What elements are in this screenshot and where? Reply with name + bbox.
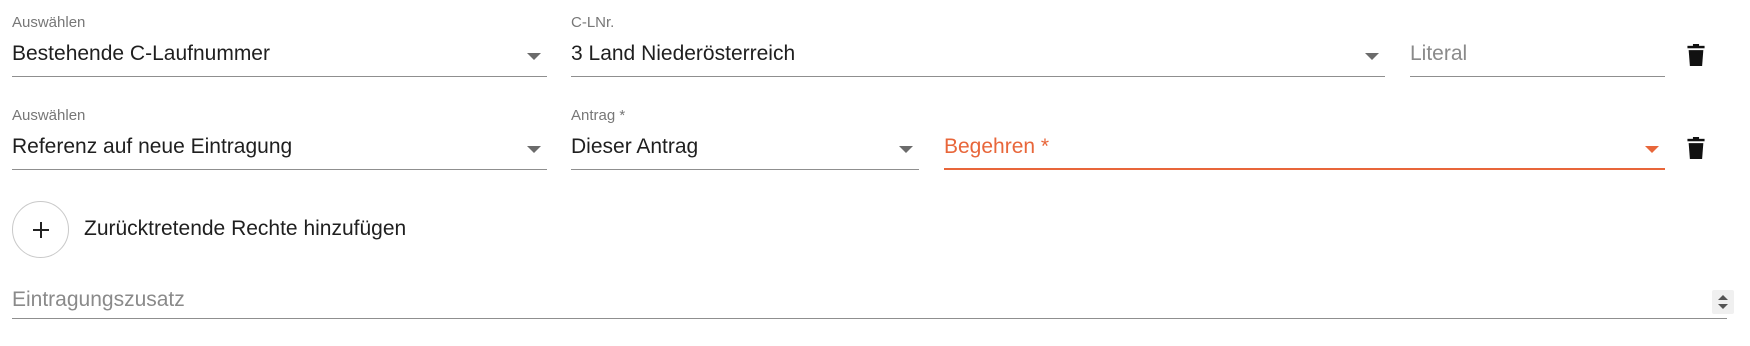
begehren-placeholder: Begehren *: [944, 135, 1050, 158]
underline: [944, 168, 1665, 170]
chevron-down-icon: [1365, 53, 1379, 60]
chevron-down-icon: [899, 146, 913, 153]
underline: [12, 76, 547, 77]
eintragungszusatz-input[interactable]: Eintragungszusatz: [12, 272, 1727, 336]
clnr-value: 3 Land Niederösterreich: [571, 42, 796, 65]
underline: [1410, 76, 1665, 77]
clnr-label: C-LNr.: [571, 14, 615, 31]
chevron-down-icon: [527, 53, 541, 60]
select-value: Referenz auf neue Eintragung: [12, 135, 293, 158]
underline: [571, 169, 919, 170]
antrag-select[interactable]: Antrag * Dieser Antrag: [571, 107, 919, 171]
underline: [12, 169, 547, 170]
select-label: Auswählen: [12, 14, 86, 31]
underline: [12, 318, 1727, 319]
select-value: Bestehende C-Laufnummer: [12, 42, 270, 65]
plus-icon: [32, 221, 49, 238]
eintragungszusatz-placeholder: Eintragungszusatz: [12, 288, 185, 311]
chevron-down-icon: [1645, 146, 1659, 153]
antrag-value: Dieser Antrag: [571, 135, 699, 158]
stepper-arrows: [1718, 295, 1728, 309]
add-rights-label[interactable]: Zurücktretende Rechte hinzufügen: [84, 217, 406, 241]
select-field-row2[interactable]: Auswählen Referenz auf neue Eintragung: [12, 107, 547, 171]
select-field-row1[interactable]: Auswählen Bestehende C-Laufnummer: [12, 14, 547, 78]
select-label: Auswählen: [12, 107, 86, 124]
chevron-down-icon: [527, 146, 541, 153]
literal-placeholder: Literal: [1410, 42, 1468, 65]
antrag-label: Antrag *: [571, 107, 626, 124]
clnr-select[interactable]: C-LNr. 3 Land Niederösterreich: [571, 14, 1385, 78]
add-rights-button[interactable]: [12, 201, 69, 258]
literal-input[interactable]: Literal: [1410, 14, 1665, 78]
trash-icon[interactable]: [1687, 44, 1705, 66]
begehren-select[interactable]: Begehren *: [944, 107, 1665, 171]
underline: [571, 76, 1385, 77]
trash-icon[interactable]: [1687, 137, 1705, 159]
stepper-icon[interactable]: [1712, 290, 1734, 314]
